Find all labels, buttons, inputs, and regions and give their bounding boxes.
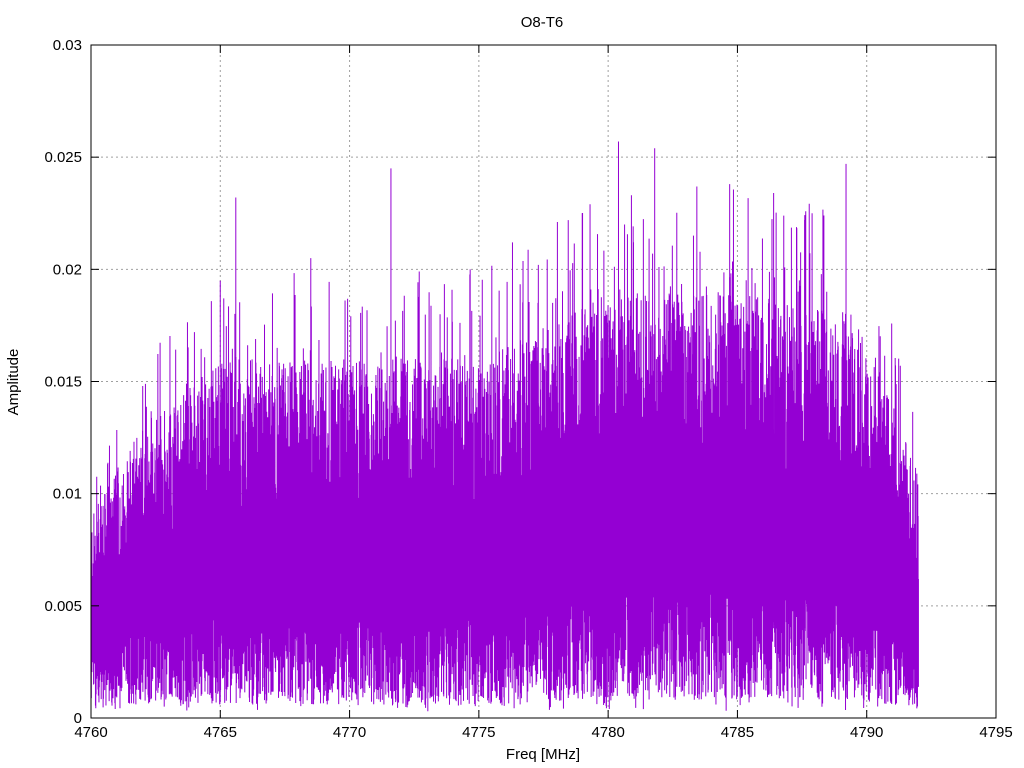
- y-tick-label: 0.01: [53, 486, 82, 503]
- y-tick-label: 0.015: [44, 374, 82, 391]
- x-tick-label: 4770: [333, 724, 366, 741]
- x-tick-label: 4795: [979, 724, 1012, 741]
- y-tick-label: 0.005: [44, 598, 82, 615]
- y-tick-label: 0.02: [53, 261, 82, 278]
- chart-title: O8-T6: [521, 14, 564, 31]
- x-tick-label: 4790: [850, 724, 883, 741]
- x-tick-label: 4785: [721, 724, 754, 741]
- x-tick-label: 4775: [462, 724, 495, 741]
- y-axis-label: Amplitude: [5, 349, 22, 416]
- x-tick-label: 4780: [591, 724, 624, 741]
- chart: 4760 4765 4770 4775 4780 4785 4790 4795 00.0050…: [0, 0, 1024, 768]
- y-tick-label: 0: [74, 710, 82, 727]
- y-tick-label: 0.03: [53, 37, 82, 54]
- x-axis-label: Freq [MHz]: [506, 746, 580, 763]
- x-tick-label: 4765: [204, 724, 237, 741]
- y-tick-label: 0.025: [44, 149, 82, 166]
